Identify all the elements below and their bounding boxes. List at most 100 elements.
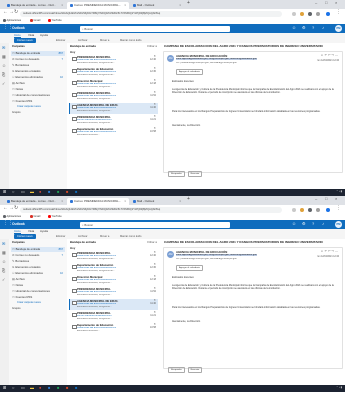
maximize-icon[interactable]: □ — [325, 196, 327, 202]
close-icon[interactable]: × — [179, 2, 181, 9]
minimize-icon[interactable]: – — [315, 196, 317, 202]
reload-icon[interactable]: ↻ — [14, 205, 18, 212]
folder-item-inbox[interactable]: ▭Bandeja de entrada 867 — [11, 51, 65, 56]
folder-item-rss[interactable]: ▭Fuentes RSS — [11, 295, 65, 300]
extension-icon[interactable] — [316, 11, 320, 16]
browser-tab-1[interactable]: Bandeja de entrada - correo - Outl... × — [4, 2, 66, 9]
todo-icon[interactable]: ✓ — [2, 81, 5, 87]
gear-icon[interactable]: ⚙ — [302, 221, 306, 227]
avatar[interactable]: PM — [335, 221, 342, 228]
folder-item-junk[interactable]: ⊘Correo no deseado 7 — [11, 57, 65, 62]
tab-view[interactable]: Vista — [28, 33, 34, 37]
minimize-icon[interactable]: – — [315, 0, 317, 6]
archive-button[interactable]: Archivar — [78, 38, 88, 43]
search-input[interactable]: ⌕ Buscar — [80, 25, 230, 32]
avatar[interactable]: PM — [335, 25, 342, 32]
mark-read-button[interactable]: Marcar como leído — [120, 38, 141, 43]
reply-button[interactable]: Responder — [168, 367, 185, 373]
new-mail-button[interactable]: Correo nuevo — [14, 233, 36, 239]
list-item[interactable]: PRESIDENCIA MUNICIPAL ⚑ AVISO DE ESCOLARIZ… — [69, 311, 158, 322]
back-icon[interactable]: ← — [3, 9, 8, 16]
sender-avatar[interactable]: AM — [167, 251, 174, 258]
mark-read-button[interactable]: Marcar como leído — [120, 234, 141, 239]
maximize-icon[interactable]: □ — [325, 0, 327, 6]
skype-icon[interactable]: ☺ — [292, 25, 296, 31]
folder-item-junk[interactable]: ⊘Correo no deseado 7 — [11, 253, 65, 258]
create-folder-link[interactable]: Crear carpeta nueva — [17, 301, 41, 305]
tab-view[interactable]: Vista — [28, 229, 34, 233]
select-checkbox[interactable] — [72, 288, 77, 293]
list-item[interactable]: Dirección Municipal ⚑ CAMPAÑA DE ESCOLARIZ… — [69, 79, 158, 90]
list-item[interactable]: Departamento de Educación ⚑ CAMPAÑA DE ESC… — [69, 263, 158, 274]
url-field[interactable]: outlook.office365.com/mail/inbox/id/AAQk… — [20, 10, 282, 17]
forward-button[interactable]: Reenviar — [187, 367, 203, 373]
list-item[interactable]: Departamento de Educación ⚑ CAMPAÑA DE ESC… — [69, 323, 158, 334]
new-mail-button[interactable]: Correo nuevo — [14, 37, 36, 43]
select-checkbox[interactable] — [72, 56, 77, 61]
select-checkbox[interactable] — [72, 116, 77, 121]
powerpoint-icon[interactable]: ■ — [66, 385, 68, 391]
extension-icon[interactable] — [292, 11, 296, 16]
list-item[interactable]: PRESIDENCIA MUNICIPAL ⚑ CAMPAÑA DE ESCOLAR… — [69, 55, 158, 66]
select-checkbox[interactable] — [72, 104, 77, 109]
more-icon[interactable]: ⋯ — [335, 249, 339, 253]
list-item[interactable]: Departamento de Educación ⚑ CAMPAÑA DE ESC… — [69, 67, 158, 78]
chrome-icon[interactable]: ● — [39, 385, 41, 391]
new-tab-icon[interactable]: + — [187, 0, 190, 7]
folder-item-inbox[interactable]: ▭Bandeja de entrada 867 — [11, 247, 65, 252]
list-item[interactable]: Dirección Municipal ⚑ CAMPAÑA DE ESCOLARIZ… — [69, 275, 158, 286]
close-icon[interactable]: × — [124, 2, 126, 9]
list-item-selected[interactable]: AGENCIA MUNICIPAL DE EDUC. ⚑ CAMPAÑA DE ES… — [69, 299, 158, 310]
help-icon[interactable]: ? — [312, 221, 314, 227]
browser-tab-3[interactable]: Mail - Outlook × — [130, 2, 184, 9]
menu-icon[interactable]: ⋮ — [336, 205, 341, 212]
file-explorer-icon[interactable]: ▬ — [30, 189, 34, 195]
mail-icon[interactable]: ✉ — [2, 241, 5, 247]
folder-item-drafts[interactable]: ✎Borradores — [11, 63, 65, 68]
extension-icon[interactable] — [308, 11, 312, 16]
select-checkbox[interactable] — [72, 276, 77, 281]
folder-item-history[interactable]: ▭Historial de conversaciones — [11, 289, 65, 294]
word-icon[interactable]: ■ — [48, 385, 50, 391]
browser-tab-2[interactable]: Correo: PRESIDENCIA MUNICIPAL... × — [67, 198, 129, 205]
folders-header[interactable]: Carpetas — [12, 44, 25, 48]
select-checkbox[interactable] — [72, 68, 77, 73]
folder-item-deleted[interactable]: ♲Elementos eliminados 10 — [11, 75, 65, 80]
select-checkbox[interactable] — [72, 264, 77, 269]
windows-start-icon[interactable]: ⊞ — [3, 189, 6, 195]
filter-button[interactable]: Filtrar ≡ — [147, 44, 157, 48]
file-explorer-icon[interactable]: ▬ — [30, 385, 34, 391]
folders-header[interactable]: Carpetas — [12, 240, 25, 244]
list-item[interactable]: PRESIDENCIA MUNICIPAL ⚑ CAMPAÑA DE ESCOLAR… — [69, 251, 158, 262]
profile-icon[interactable] — [326, 11, 330, 16]
extension-icon[interactable] — [308, 207, 312, 212]
search-icon[interactable]: ○ — [12, 385, 14, 391]
browser-tab-2[interactable]: Correo: PRESIDENCIA MUNICIPAL... × — [67, 2, 129, 9]
select-checkbox[interactable] — [72, 80, 77, 85]
close-icon[interactable]: × — [179, 198, 181, 205]
forward-button[interactable]: Reenviar — [187, 171, 203, 177]
excel-icon[interactable]: ■ — [57, 385, 59, 391]
folder-item-archive[interactable]: ▤Archivo — [11, 81, 65, 86]
extension-icon[interactable] — [292, 207, 296, 212]
calendar-icon[interactable]: ▦ — [2, 54, 6, 60]
task-view-icon[interactable]: ▭ — [21, 189, 25, 195]
folder-item-deleted[interactable]: ♲Elementos eliminados 10 — [11, 271, 65, 276]
outlook-icon[interactable]: ■ — [75, 385, 77, 391]
chrome-icon[interactable]: ● — [39, 189, 41, 195]
reply-button[interactable]: Responder — [168, 171, 185, 177]
attach-icon[interactable]: ⎘ — [2, 268, 5, 274]
menu-icon[interactable]: ⋮ — [336, 9, 341, 16]
extension-icon[interactable] — [300, 207, 304, 212]
attach-icon[interactable]: ⎘ — [2, 72, 5, 78]
skype-icon[interactable]: ☺ — [292, 221, 296, 227]
tab-help[interactable]: Ayuda — [40, 229, 48, 233]
extension-icon[interactable] — [316, 207, 320, 212]
groups-link[interactable]: Grupos — [12, 111, 21, 115]
folder-item-sent[interactable]: ➤Elementos enviados — [11, 69, 65, 74]
powerpoint-icon[interactable]: ■ — [66, 189, 68, 195]
folder-item-drafts[interactable]: ✎Borradores — [11, 259, 65, 264]
select-checkbox[interactable] — [72, 128, 77, 133]
gear-icon[interactable]: ⚙ — [302, 25, 306, 31]
browser-tab-1[interactable]: Bandeja de entrada - correo - Outl... × — [4, 198, 66, 205]
